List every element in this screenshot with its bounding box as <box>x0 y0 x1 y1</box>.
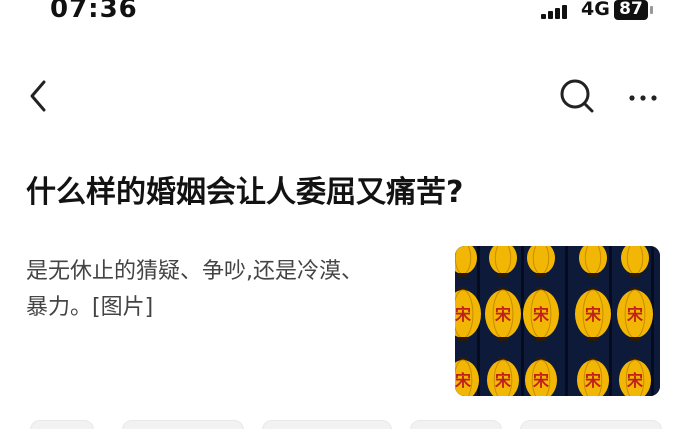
topic-chip-row <box>0 420 687 429</box>
svg-text:宋: 宋 <box>626 371 644 390</box>
svg-text:宋: 宋 <box>626 305 644 324</box>
more-horizontal-icon <box>629 95 657 101</box>
search-button[interactable] <box>555 72 599 120</box>
status-time: 07:36 <box>50 0 138 24</box>
back-button[interactable] <box>22 74 58 118</box>
svg-text:宋: 宋 <box>584 305 602 324</box>
svg-text:宋: 宋 <box>584 371 602 390</box>
topic-chip[interactable] <box>122 420 244 429</box>
topic-chip[interactable] <box>262 420 392 429</box>
battery-icon: 87 <box>614 0 648 20</box>
nav-bar <box>0 70 687 126</box>
topic-chip[interactable] <box>520 420 662 429</box>
chevron-left-icon <box>30 80 46 112</box>
network-type: 4G <box>581 0 610 20</box>
search-icon <box>560 79 594 113</box>
svg-text:宋: 宋 <box>532 305 550 324</box>
topic-chip[interactable] <box>30 420 94 429</box>
topic-chip[interactable] <box>410 420 502 429</box>
answer-thumbnail[interactable]: 宋宋宋宋宋宋宋宋宋宋 <box>455 246 660 396</box>
answer-excerpt[interactable]: 是无休止的猜疑、争吵,还是冷漠、 暴力。[图片] <box>26 254 426 326</box>
svg-text:宋: 宋 <box>494 371 512 390</box>
lanterns-image: 宋宋宋宋宋宋宋宋宋宋 <box>455 246 660 396</box>
answer-excerpt-line: 是无休止的猜疑、争吵,还是冷漠、 <box>26 259 363 284</box>
status-bar: 07:36 4G 87 <box>0 0 687 30</box>
question-title[interactable]: 什么样的婚姻会让人委屈又痛苦? <box>26 172 666 214</box>
battery-cap <box>650 6 653 14</box>
svg-text:宋: 宋 <box>455 305 472 324</box>
signal-bars-icon <box>541 3 574 19</box>
svg-text:宋: 宋 <box>494 305 512 324</box>
more-button[interactable] <box>620 72 666 120</box>
battery-level: 87 <box>619 0 643 19</box>
svg-text:宋: 宋 <box>532 371 550 390</box>
answer-excerpt-line: 暴力。[图片] <box>26 295 154 320</box>
svg-text:宋: 宋 <box>455 371 472 390</box>
